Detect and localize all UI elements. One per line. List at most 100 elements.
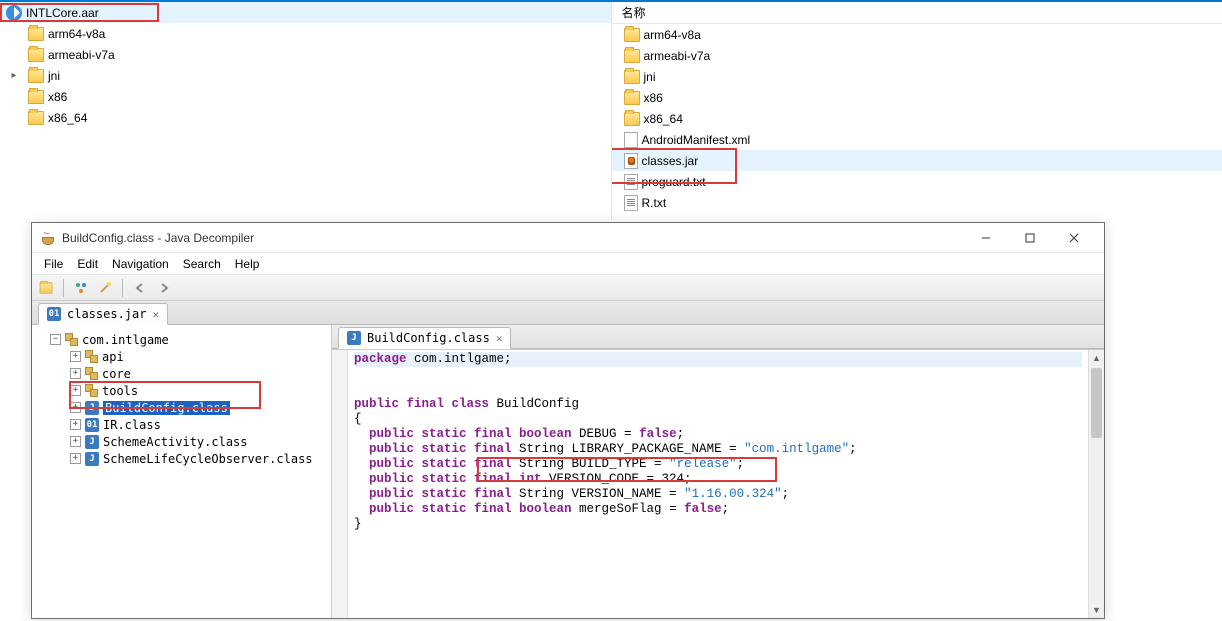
tree-class-ir[interactable]: + 01 IR.class — [36, 416, 327, 433]
tree-class-lifecycle[interactable]: + J SchemeLifeCycleObserver.class — [36, 450, 327, 467]
expand-icon[interactable]: + — [70, 385, 81, 396]
file-label: arm64-v8a — [644, 28, 701, 42]
jar-tab-label: classes.jar — [67, 307, 146, 321]
collapse-icon[interactable]: − — [50, 334, 61, 345]
right-file-pane[interactable]: 名称 ⌃ arm64-v8a armeabi-v7a jni x86 x86_6… — [612, 2, 1222, 220]
file-label: armeabi-v7a — [644, 49, 711, 63]
class-icon: J — [85, 401, 99, 415]
menu-file[interactable]: File — [38, 255, 69, 273]
folder-icon — [624, 91, 640, 105]
app-icon — [40, 230, 56, 246]
file-row-folder[interactable]: x86 — [612, 87, 1222, 108]
toolbar-tree-button[interactable] — [71, 278, 91, 298]
menu-edit[interactable]: Edit — [71, 255, 104, 273]
tab-close-icon[interactable]: ✕ — [496, 332, 503, 345]
tree-node-arm64[interactable]: arm64-v8a — [0, 23, 611, 44]
folder-icon — [624, 49, 640, 63]
code-token: ; — [849, 442, 857, 456]
tree-node-armeabi[interactable]: armeabi-v7a — [0, 44, 611, 65]
column-header-row[interactable]: 名称 ⌃ — [612, 2, 1222, 24]
tree-label: api — [102, 350, 124, 364]
toolbar-open-button[interactable] — [36, 278, 56, 298]
vertical-scrollbar[interactable]: ▲ ▼ — [1088, 350, 1104, 618]
minimize-button[interactable] — [964, 224, 1008, 252]
code-token: DEBUG = — [572, 427, 640, 441]
text-file-icon — [624, 174, 638, 190]
tree-node-x8664[interactable]: x86_64 — [0, 107, 611, 128]
expand-icon[interactable]: + — [70, 419, 81, 430]
scroll-thumb[interactable] — [1091, 368, 1102, 438]
tree-class-buildconfig[interactable]: + J BuildConfig.class — [36, 399, 327, 416]
tree-class-scheme[interactable]: + J SchemeActivity.class — [36, 433, 327, 450]
close-button[interactable] — [1052, 224, 1096, 252]
tree-label: jni — [48, 69, 60, 83]
jar-tabs-row: 01 classes.jar ✕ — [32, 301, 1104, 325]
tab-close-icon[interactable]: ✕ — [152, 308, 159, 321]
folder-icon — [624, 70, 640, 84]
code-token: String BUILD_TYPE = — [512, 457, 670, 471]
jar-tab-icon: 01 — [47, 307, 61, 321]
package-tree[interactable]: − com.intlgame + api + core + tools + — [32, 325, 332, 618]
file-row-folder[interactable]: jni — [612, 66, 1222, 87]
file-row-rtxt[interactable]: R.txt — [612, 192, 1222, 213]
code-token: BuildConfig — [489, 397, 579, 411]
folder-icon — [28, 27, 44, 41]
open-icon — [40, 282, 53, 293]
maximize-button[interactable] — [1008, 224, 1052, 252]
tree-subpkg-core[interactable]: + core — [36, 365, 327, 382]
code-token: public static final boolean — [354, 502, 572, 516]
expand-icon[interactable]: + — [70, 436, 81, 447]
menu-help[interactable]: Help — [229, 255, 266, 273]
toolbar-back-button[interactable] — [130, 278, 150, 298]
xml-file-icon — [624, 132, 638, 148]
tab-classes-jar[interactable]: 01 classes.jar ✕ — [38, 303, 168, 325]
tree-label: armeabi-v7a — [48, 48, 115, 62]
file-row-folder[interactable]: armeabi-v7a — [612, 45, 1222, 66]
tree-label: SchemeLifeCycleObserver.class — [103, 452, 313, 466]
tab-buildconfig[interactable]: J BuildConfig.class ✕ — [338, 327, 511, 349]
menu-search[interactable]: Search — [177, 255, 227, 273]
scroll-up-icon[interactable]: ▲ — [1089, 350, 1104, 366]
code-token: public static final — [354, 457, 512, 471]
file-label: AndroidManifest.xml — [642, 133, 751, 147]
expand-icon[interactable]: + — [70, 453, 81, 464]
file-row-folder[interactable]: arm64-v8a — [612, 24, 1222, 45]
file-row-proguard[interactable]: proguard.txt — [612, 171, 1222, 192]
tree-root-intlcore[interactable]: INTLCore.aar — [0, 2, 611, 23]
scroll-down-icon[interactable]: ▼ — [1089, 602, 1104, 618]
tree-label: tools — [102, 384, 138, 398]
tree-node-jni[interactable]: ▸ jni — [0, 65, 611, 86]
code-token: ; — [722, 502, 730, 516]
file-row-manifest[interactable]: AndroidManifest.xml — [612, 129, 1222, 150]
tree-subpkg-api[interactable]: + api — [36, 348, 327, 365]
tree-package[interactable]: − com.intlgame — [36, 331, 327, 348]
tree-root-label: INTLCore.aar — [26, 6, 99, 20]
expand-icon[interactable]: + — [70, 368, 81, 379]
titlebar[interactable]: BuildConfig.class - Java Decompiler — [32, 223, 1104, 253]
menu-navigation[interactable]: Navigation — [106, 255, 175, 273]
class-icon: 01 — [85, 418, 99, 432]
folder-icon — [28, 48, 44, 62]
scroll-track[interactable] — [1089, 366, 1104, 602]
code-content[interactable]: package com.intlgame; public final class… — [348, 350, 1088, 618]
tree-label: x86 — [48, 90, 67, 104]
chevron-right-icon[interactable]: ▸ — [8, 70, 20, 82]
expand-icon[interactable]: + — [70, 402, 81, 413]
toolbar-forward-button[interactable] — [154, 278, 174, 298]
file-label: x86_64 — [644, 112, 683, 126]
code-token: com.intlgame; — [407, 352, 512, 366]
file-row-classesjar[interactable]: classes.jar — [612, 150, 1222, 171]
column-header-name[interactable]: 名称 — [612, 2, 656, 23]
expand-icon[interactable]: + — [70, 351, 81, 362]
decompiler-body: − com.intlgame + api + core + tools + — [32, 325, 1104, 618]
tree-label: x86_64 — [48, 111, 87, 125]
tree-subpkg-tools[interactable]: + tools — [36, 382, 327, 399]
wand-icon — [98, 281, 112, 295]
package-icon — [65, 333, 78, 346]
file-row-folder[interactable]: x86_64 — [612, 108, 1222, 129]
left-tree-pane[interactable]: INTLCore.aar arm64-v8a armeabi-v7a ▸ jni… — [0, 2, 612, 220]
editor-tabs-row: J BuildConfig.class ✕ — [332, 325, 1104, 349]
tree-node-x86[interactable]: x86 — [0, 86, 611, 107]
code-area: package com.intlgame; public final class… — [332, 349, 1104, 618]
toolbar-wand-button[interactable] — [95, 278, 115, 298]
